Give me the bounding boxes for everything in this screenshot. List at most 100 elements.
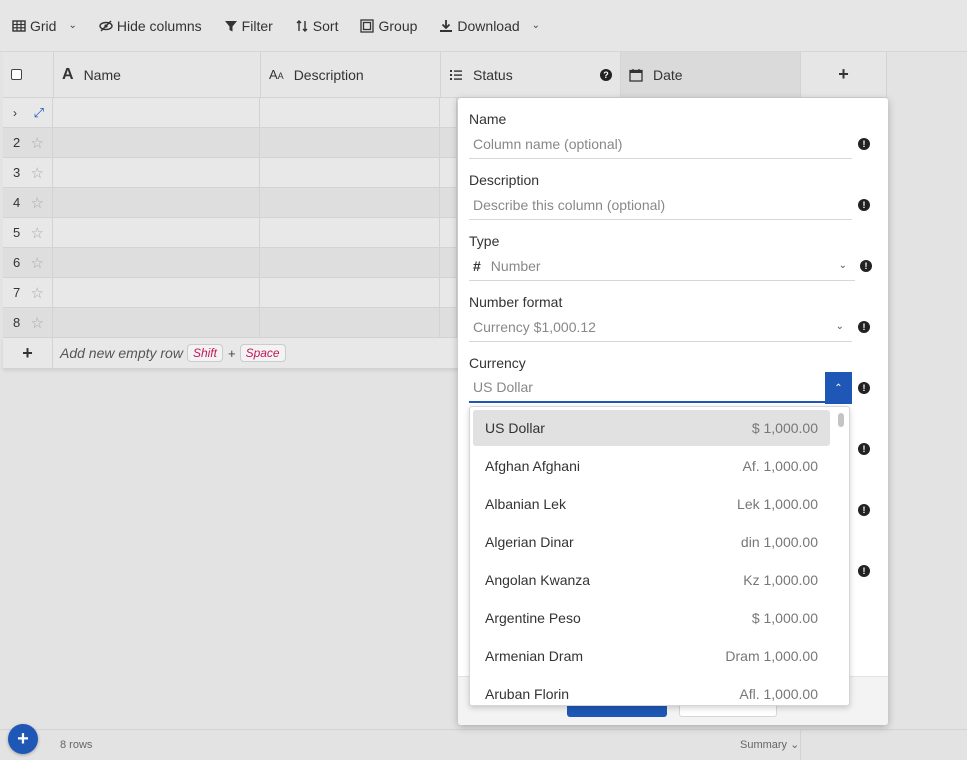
group-button[interactable]: Group xyxy=(360,18,417,34)
description-field[interactable] xyxy=(469,190,852,220)
column-header-status[interactable]: Status ? xyxy=(441,52,621,98)
row-number: 8 xyxy=(13,315,21,330)
table-row[interactable]: 4 ☆ xyxy=(3,188,457,218)
description-input[interactable] xyxy=(473,196,852,213)
cell-status[interactable] xyxy=(440,248,457,278)
add-fab-button[interactable]: + xyxy=(8,724,38,754)
star-icon[interactable]: ☆ xyxy=(31,284,44,302)
sort-button[interactable]: Sort xyxy=(295,18,338,34)
chevron-right-icon[interactable]: › xyxy=(13,106,17,120)
cell-description[interactable] xyxy=(260,158,440,188)
cell-status[interactable] xyxy=(440,278,457,308)
currency-toggle-button[interactable]: ⌃ xyxy=(825,372,852,404)
currency-option-format: $ 1,000.00 xyxy=(751,420,818,436)
cell-status[interactable] xyxy=(440,308,457,338)
cell-status[interactable] xyxy=(440,98,457,128)
cell-name[interactable] xyxy=(53,248,260,278)
column-header-name[interactable]: A Name xyxy=(54,52,261,98)
star-icon[interactable]: ☆ xyxy=(31,164,44,182)
shortcut-plus: + xyxy=(227,345,236,361)
currency-option[interactable]: Armenian Dram Dram 1,000.00 xyxy=(473,638,830,674)
currency-option[interactable]: Albanian Lek Lek 1,000.00 xyxy=(473,486,830,522)
currency-option-name: US Dollar xyxy=(485,420,545,436)
cell-description[interactable] xyxy=(260,248,440,278)
info-icon[interactable]: ! xyxy=(860,260,872,272)
download-button[interactable]: Download ⌄ xyxy=(439,18,540,34)
number-format-select[interactable]: Currency $1,000.12 ⌄ xyxy=(469,312,852,342)
info-icon[interactable]: ! xyxy=(858,138,870,150)
table-row[interactable]: 7 ☆ xyxy=(3,278,457,308)
cell-description[interactable] xyxy=(260,278,440,308)
column-header-description[interactable]: AA Description xyxy=(261,52,441,98)
currency-field[interactable] xyxy=(469,373,825,403)
table-row[interactable]: 2 ☆ xyxy=(3,128,457,158)
help-icon[interactable]: ? xyxy=(600,68,612,81)
star-icon[interactable]: ☆ xyxy=(31,224,44,242)
summary-button[interactable]: Summary ⌄ xyxy=(740,738,799,751)
info-icon[interactable]: ! xyxy=(858,382,870,394)
currency-option[interactable]: Argentine Peso $ 1,000.00 xyxy=(473,600,830,636)
info-icon[interactable]: ! xyxy=(858,565,870,577)
dropdown-scrollbar[interactable] xyxy=(838,413,844,427)
currency-option[interactable]: Aruban Florin Afl. 1,000.00 xyxy=(473,676,830,705)
group-icon xyxy=(360,18,375,33)
currency-option-format: Af. 1,000.00 xyxy=(742,458,818,474)
currency-option-name: Armenian Dram xyxy=(485,648,584,664)
select-all-checkbox[interactable] xyxy=(11,69,22,80)
grid-view-button[interactable]: Grid ⌄ xyxy=(12,18,77,34)
name-input[interactable] xyxy=(473,135,852,152)
star-icon[interactable]: ☆ xyxy=(31,254,44,272)
currency-option[interactable]: Algerian Dinar din 1,000.00 xyxy=(473,524,830,560)
column-header-status-label: Status xyxy=(473,66,513,83)
hide-columns-button[interactable]: Hide columns xyxy=(99,18,202,34)
star-icon[interactable]: ☆ xyxy=(31,194,44,212)
name-field[interactable] xyxy=(469,129,852,159)
grid-rows: › ⤢ 2 ☆ 3 ☆ 4 ☆ 5 ☆ 6 ☆ 7 ☆ 8 ☆ xyxy=(3,98,457,338)
list-icon xyxy=(450,69,462,80)
cell-description[interactable] xyxy=(260,98,440,128)
cell-name[interactable] xyxy=(53,308,260,338)
cell-description[interactable] xyxy=(260,218,440,248)
currency-option-name: Albanian Lek xyxy=(485,496,566,512)
cell-name[interactable] xyxy=(53,128,260,158)
cell-description[interactable] xyxy=(260,188,440,218)
cell-status[interactable] xyxy=(440,158,457,188)
info-icon[interactable]: ! xyxy=(858,199,870,211)
cell-status[interactable] xyxy=(440,128,457,158)
table-row[interactable]: 8 ☆ xyxy=(3,308,457,338)
filter-button[interactable]: Filter xyxy=(224,18,273,34)
cell-name[interactable] xyxy=(53,278,260,308)
currency-option[interactable]: Afghan Afghani Af. 1,000.00 xyxy=(473,448,830,484)
star-icon[interactable]: ☆ xyxy=(31,134,44,152)
info-icon[interactable]: ! xyxy=(858,321,870,333)
add-row-bar[interactable]: + Add new empty row Shift + Space xyxy=(3,337,458,369)
star-icon[interactable]: ☆ xyxy=(31,314,44,332)
cell-status[interactable] xyxy=(440,188,457,218)
cell-description[interactable] xyxy=(260,128,440,158)
add-row-label[interactable]: Add new empty row xyxy=(60,345,183,361)
hide-columns-label: Hide columns xyxy=(116,17,202,34)
info-icon[interactable]: ! xyxy=(858,443,870,455)
expand-icon[interactable]: ⤢ xyxy=(34,105,44,121)
currency-option[interactable]: US Dollar $ 1,000.00 xyxy=(473,410,830,446)
chevron-up-icon: ⌃ xyxy=(834,382,843,394)
cell-status[interactable] xyxy=(440,218,457,248)
add-row-plus-icon[interactable]: + xyxy=(3,337,53,369)
currency-option[interactable]: Angolan Kwanza Kz 1,000.00 xyxy=(473,562,830,598)
table-row[interactable]: › ⤢ xyxy=(3,98,457,128)
cell-description[interactable] xyxy=(260,308,440,338)
download-icon xyxy=(440,19,453,32)
cell-name[interactable] xyxy=(53,98,260,128)
table-row[interactable]: 3 ☆ xyxy=(3,158,457,188)
info-icon[interactable]: ! xyxy=(858,504,870,516)
currency-search-input[interactable] xyxy=(473,379,825,395)
cell-name[interactable] xyxy=(53,218,260,248)
currency-option-name: Aruban Florin xyxy=(485,686,570,702)
table-row[interactable]: 5 ☆ xyxy=(3,218,457,248)
cell-name[interactable] xyxy=(53,188,260,218)
table-row[interactable]: 6 ☆ xyxy=(3,248,457,278)
cell-name[interactable] xyxy=(53,158,260,188)
add-column-button[interactable]: + xyxy=(801,52,887,98)
type-select[interactable]: # Number ⌄ xyxy=(469,251,855,281)
column-header-date[interactable]: Date xyxy=(621,52,801,98)
